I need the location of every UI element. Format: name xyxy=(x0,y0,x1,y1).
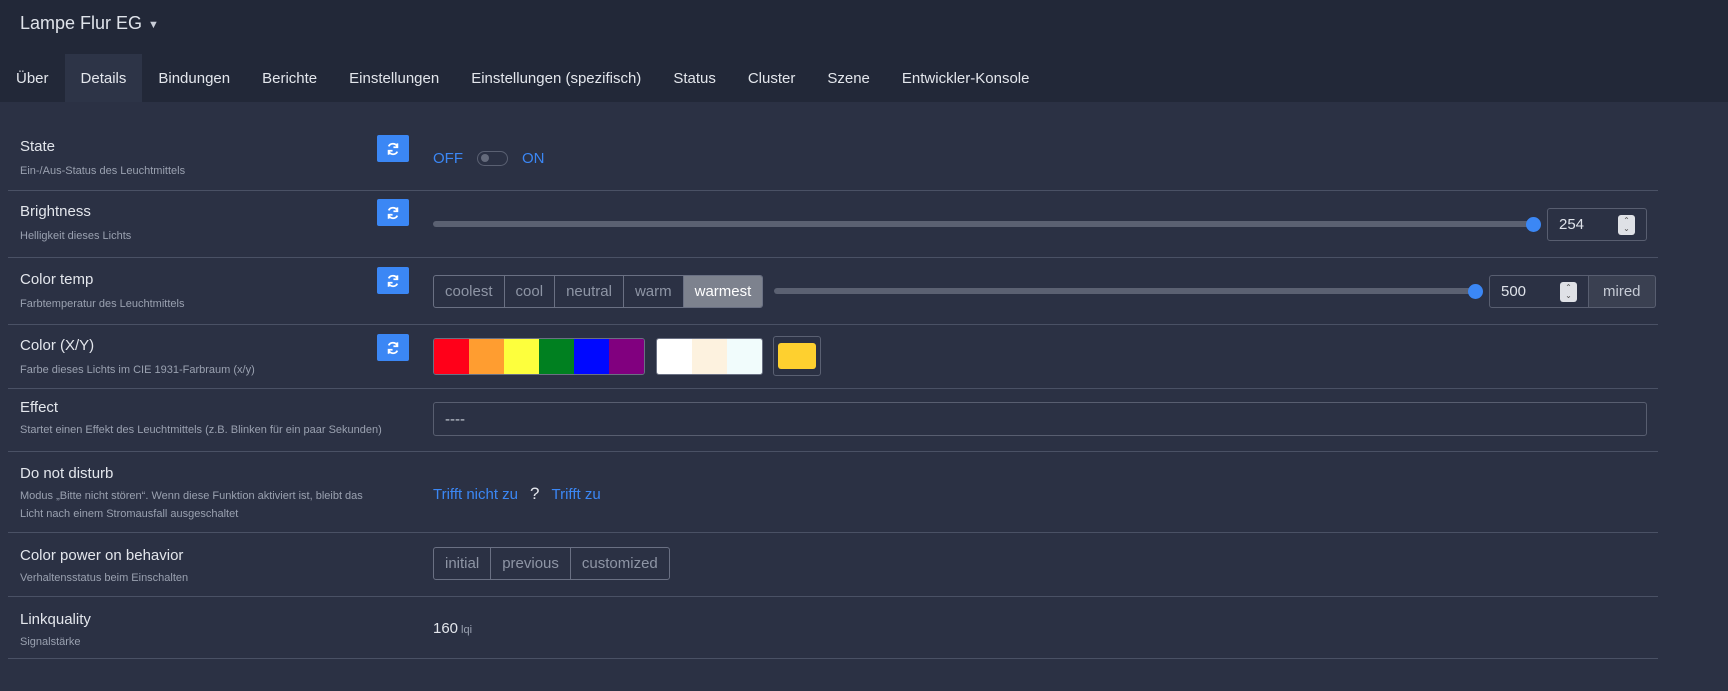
color-temp-slider-thumb[interactable] xyxy=(1468,284,1483,299)
dnd-unknown-state: ? xyxy=(530,484,540,503)
stepper-icon[interactable]: ⌃ ⌄ xyxy=(1618,215,1635,235)
tab-ueber[interactable]: Über xyxy=(0,54,65,102)
tab-cluster[interactable]: Cluster xyxy=(732,54,812,102)
color-temp-description: Farbtemperatur des Leuchtmittels xyxy=(20,298,185,310)
state-row: State Ein-/Aus-Status des Leuchtmittels … xyxy=(8,128,1658,191)
refresh-icon xyxy=(387,341,399,354)
brightness-refresh-button[interactable] xyxy=(377,199,409,226)
tab-berichte[interactable]: Berichte xyxy=(246,54,333,102)
white-palette xyxy=(656,338,763,375)
device-title: Lampe Flur EG xyxy=(20,13,143,33)
color-temp-slider[interactable] xyxy=(774,288,1478,294)
swatch-cool-white[interactable] xyxy=(727,339,762,374)
color-xy-refresh-button[interactable] xyxy=(377,334,409,361)
state-refresh-button[interactable] xyxy=(377,135,409,162)
dnd-label: Do not disturb xyxy=(20,465,114,482)
brightness-value: 254 xyxy=(1559,216,1585,233)
dnd-row: Do not disturb Modus „Bitte nicht stören… xyxy=(8,452,1658,533)
color-palette xyxy=(433,338,645,375)
power-on-description: Verhaltensstatus beim Einschalten xyxy=(20,572,189,584)
linkquality-unit: lqi xyxy=(461,624,473,636)
power-on-initial-button[interactable]: initial xyxy=(434,548,492,579)
color-xy-row: Color (X/Y) Farbe dieses Lichts im CIE 1… xyxy=(8,325,1658,389)
linkquality-label: Linkquality xyxy=(20,611,91,628)
power-on-options: initial previous customized xyxy=(433,547,670,580)
preset-coolest-button[interactable]: coolest xyxy=(434,276,505,307)
dnd-description-line2: Licht nach einem Stromausfall ausgeschal… xyxy=(20,508,239,520)
linkquality-row: Linkquality Signalstärke 160 lqi xyxy=(8,597,1658,659)
linkquality-readout: 160 lqi xyxy=(433,620,472,637)
preset-warmest-button[interactable]: warmest xyxy=(683,276,763,307)
swatch-white[interactable] xyxy=(657,339,692,374)
swatch-yellow[interactable] xyxy=(504,339,539,374)
preset-cool-button[interactable]: cool xyxy=(505,276,556,307)
top-bar: Lampe Flur EG ▼ Über Details Bindungen B… xyxy=(0,0,1728,102)
state-on-label[interactable]: ON xyxy=(522,150,545,167)
power-on-row: Color power on behavior Verhaltensstatus… xyxy=(8,533,1658,597)
power-on-customized-button[interactable]: customized xyxy=(571,548,669,579)
tab-einstellungen-spezifisch[interactable]: Einstellungen (spezifisch) xyxy=(455,54,657,102)
effect-row: Effect Startet einen Effekt des Leuchtmi… xyxy=(8,389,1658,452)
swatch-green[interactable] xyxy=(539,339,574,374)
swatch-warm-white[interactable] xyxy=(692,339,727,374)
preset-neutral-button[interactable]: neutral xyxy=(555,276,624,307)
chevron-down-icon: ▼ xyxy=(148,18,159,31)
dnd-false-option[interactable]: Trifft nicht zu xyxy=(433,486,518,503)
effect-select[interactable]: ---- xyxy=(433,402,1647,436)
tab-entwickler-konsole[interactable]: Entwickler-Konsole xyxy=(886,54,1046,102)
details-panel: State Ein-/Aus-Status des Leuchtmittels … xyxy=(8,128,1658,659)
power-on-previous-button[interactable]: previous xyxy=(491,548,571,579)
brightness-input[interactable]: 254 ⌃ ⌄ xyxy=(1547,208,1647,241)
refresh-icon xyxy=(387,142,399,155)
brightness-label: Brightness xyxy=(20,203,91,220)
tab-bindungen[interactable]: Bindungen xyxy=(142,54,246,102)
swatch-orange[interactable] xyxy=(469,339,504,374)
linkquality-description: Signalstärke xyxy=(20,636,81,648)
swatch-purple[interactable] xyxy=(609,339,644,374)
effect-description: Startet einen Effekt des Leuchtmittels (… xyxy=(20,424,382,436)
dnd-true-option[interactable]: Trifft zu xyxy=(552,486,601,503)
effect-value: ---- xyxy=(445,410,465,428)
device-selector[interactable]: Lampe Flur EG ▼ xyxy=(20,13,159,34)
tab-szene[interactable]: Szene xyxy=(811,54,886,102)
color-temp-refresh-button[interactable] xyxy=(377,267,409,294)
current-color-swatch xyxy=(778,343,816,369)
current-color-picker[interactable] xyxy=(773,336,821,376)
dnd-description-line1: Modus „Bitte nicht stören“. Wenn diese F… xyxy=(20,490,363,502)
stepper-icon[interactable]: ⌃ ⌄ xyxy=(1560,282,1577,302)
refresh-icon xyxy=(387,274,399,287)
state-description: Ein-/Aus-Status des Leuchtmittels xyxy=(20,165,186,177)
power-on-label: Color power on behavior xyxy=(20,547,184,564)
tab-bar: Über Details Bindungen Berichte Einstell… xyxy=(0,54,1045,102)
color-temp-value: 500 xyxy=(1501,283,1527,300)
color-xy-description: Farbe dieses Lichts im CIE 1931-Farbraum… xyxy=(20,364,255,376)
linkquality-value: 160 xyxy=(433,620,459,637)
effect-label: Effect xyxy=(20,399,59,416)
tab-status[interactable]: Status xyxy=(657,54,732,102)
color-xy-label: Color (X/Y) xyxy=(20,337,95,354)
tab-details[interactable]: Details xyxy=(64,54,143,102)
preset-warm-button[interactable]: warm xyxy=(624,276,684,307)
color-temp-input[interactable]: 500 ⌃ ⌄ xyxy=(1489,275,1589,308)
state-toggle[interactable] xyxy=(477,151,508,166)
brightness-slider[interactable] xyxy=(433,221,1537,227)
refresh-icon xyxy=(387,206,399,219)
color-temp-presets: coolest cool neutral warm warmest xyxy=(433,275,764,308)
color-temp-label: Color temp xyxy=(20,271,94,288)
swatch-red[interactable] xyxy=(434,339,469,374)
state-off-label[interactable]: OFF xyxy=(433,150,463,167)
tab-einstellungen[interactable]: Einstellungen xyxy=(333,54,455,102)
brightness-slider-thumb[interactable] xyxy=(1526,217,1541,232)
state-label: State xyxy=(20,138,56,155)
color-temp-row: Color temp Farbtemperatur des Leuchtmitt… xyxy=(8,258,1658,325)
brightness-row: Brightness Helligkeit dieses Lichts 254 … xyxy=(8,191,1658,258)
swatch-blue[interactable] xyxy=(574,339,609,374)
brightness-description: Helligkeit dieses Lichts xyxy=(20,230,132,242)
color-temp-unit: mired xyxy=(1589,275,1656,308)
